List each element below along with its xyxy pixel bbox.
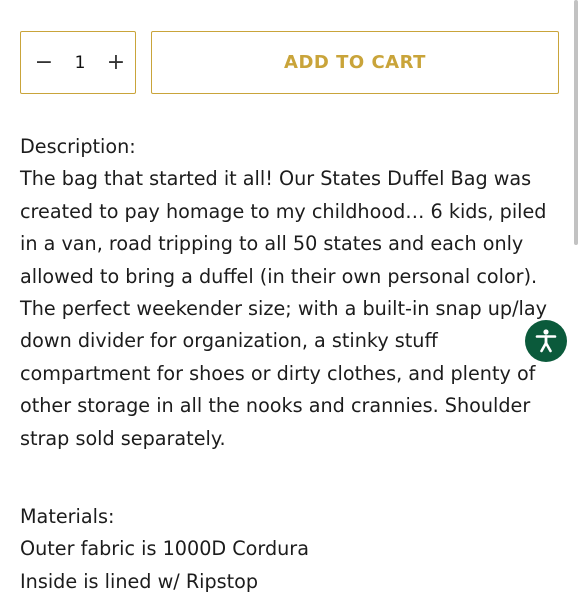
scrollbar[interactable] — [574, 0, 578, 245]
description-body: The bag that started it all! Our States … — [20, 167, 547, 450]
materials-heading: Materials: — [20, 505, 115, 529]
increment-button[interactable]: + — [105, 51, 127, 74]
description-heading: Description: — [20, 135, 136, 158]
accessibility-icon — [535, 329, 557, 353]
product-details: Description: The bag that started it all… — [20, 131, 560, 598]
materials-item: Inside is lined w/ Ripstop — [20, 569, 259, 593]
decrement-button[interactable]: − — [33, 51, 55, 74]
accessibility-button[interactable] — [525, 320, 567, 362]
add-to-cart-button[interactable]: ADD TO CART — [151, 31, 559, 94]
quantity-input[interactable] — [63, 51, 97, 74]
quantity-stepper[interactable]: − + — [20, 31, 136, 94]
materials-item: Outer fabric is 1000D Cordura — [20, 537, 309, 561]
